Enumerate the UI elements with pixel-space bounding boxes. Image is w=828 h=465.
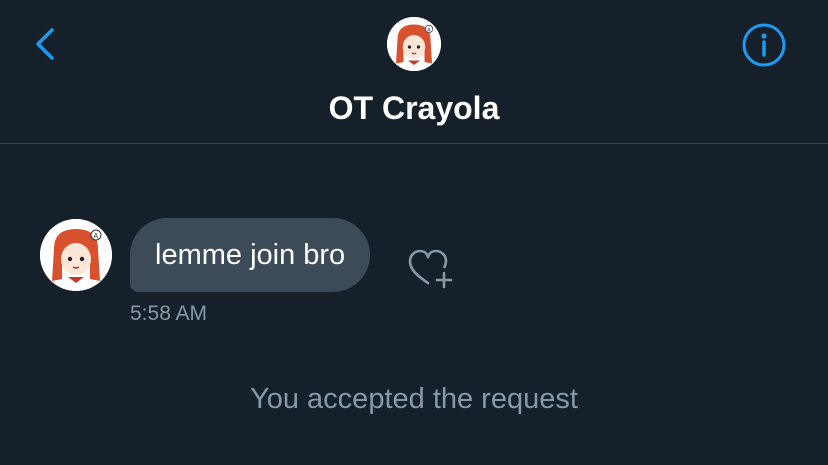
message-timestamp: 5:58 AM	[130, 302, 208, 325]
conversation-info-button[interactable]	[741, 22, 787, 68]
system-message: You accepted the request	[250, 383, 578, 415]
info-circle-icon	[742, 23, 786, 67]
message-bubble[interactable]: lemme join bro	[130, 218, 371, 292]
avatar[interactable]: A	[387, 17, 441, 71]
conversation-title: OT Crayola	[328, 90, 500, 126]
conversation-header: A OT Crayola	[0, 0, 828, 144]
sender-avatar[interactable]: A	[40, 219, 112, 291]
svg-text:A: A	[427, 27, 431, 33]
back-button[interactable]	[24, 22, 68, 66]
chevron-left-icon	[36, 28, 54, 60]
react-button[interactable]	[406, 245, 456, 289]
anime-girl-avatar-icon: A	[387, 17, 441, 71]
anime-girl-avatar-icon: A	[40, 219, 112, 291]
svg-text:A: A	[94, 233, 99, 240]
heart-plus-icon	[408, 249, 453, 289]
